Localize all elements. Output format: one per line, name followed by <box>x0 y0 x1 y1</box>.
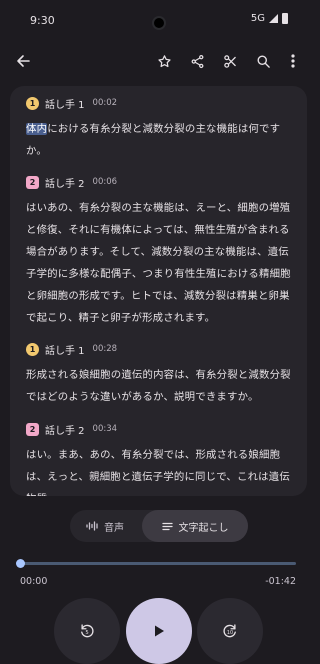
transcript-entry[interactable]: 1 話し手 1 00:02 体内における有糸分裂と減数分裂の主な機能は何ですか。 <box>26 96 296 162</box>
tab-audio[interactable]: 音声 <box>70 510 140 542</box>
speaker-header: 2 話し手 2 00:06 <box>26 175 296 190</box>
remaining-time: -01:42 <box>265 576 296 587</box>
text-lines-icon <box>161 522 173 530</box>
speaker-header: 1 話し手 1 00:28 <box>26 342 296 357</box>
scissors-icon[interactable] <box>219 50 241 72</box>
entry-text: 形成される娘細胞の遺伝的内容は、有糸分裂と減数分裂ではどのような違いがあるか、説… <box>26 369 291 403</box>
speaker-timestamp[interactable]: 00:02 <box>93 98 118 108</box>
tab-transcript-label: 文字起こし <box>178 522 229 534</box>
svg-text:10: 10 <box>227 630 233 636</box>
transcript-entry[interactable]: 2 話し手 2 00:34 はい。まあ、あの、有糸分裂では、形成される娘細胞は、… <box>26 422 296 496</box>
speaker-timestamp[interactable]: 00:06 <box>93 177 118 187</box>
speaker-timestamp[interactable]: 00:34 <box>93 424 118 434</box>
speaker-badge: 2 <box>26 175 39 189</box>
svg-text:5: 5 <box>85 630 88 636</box>
speaker-name: 話し手 1 <box>45 345 85 357</box>
current-time: 00:00 <box>20 576 48 587</box>
speaker-badge: 1 <box>26 342 39 356</box>
rewind-button[interactable]: 5 <box>54 598 120 664</box>
transcript-entry[interactable]: 1 話し手 1 00:28 形成される娘細胞の遺伝的内容は、有糸分裂と減数分裂で… <box>26 342 296 408</box>
speaker-name: 話し手 2 <box>45 425 85 437</box>
entry-text: 体内における有糸分裂と減数分裂の主な機能は何ですか。 <box>26 118 296 162</box>
speaker-timestamp[interactable]: 00:28 <box>93 344 118 354</box>
speaker-name: 話し手 1 <box>45 99 85 111</box>
back-arrow-icon[interactable] <box>12 50 34 72</box>
transcript-panel[interactable]: 1 話し手 1 00:02 体内における有糸分裂と減数分裂の主な機能は何ですか。… <box>10 86 307 496</box>
replay-5-icon: 5 <box>81 624 94 638</box>
transcript-entry[interactable]: 2 話し手 2 00:06 はいあの、有糸分裂の主な機能は、えーと、細胞の増殖と… <box>26 175 296 329</box>
more-vert-icon[interactable] <box>282 50 304 72</box>
speaker-badge: 1 <box>26 96 39 110</box>
network-label: 5G <box>250 13 265 24</box>
forward-button[interactable]: 10 <box>197 598 263 664</box>
entry-text-body: における有糸分裂と減数分裂の主な機能は何ですか。 <box>26 123 281 157</box>
play-icon <box>155 625 164 637</box>
speaker-header: 2 話し手 2 00:34 <box>26 422 296 437</box>
star-icon[interactable] <box>153 50 175 72</box>
speaker-header: 1 話し手 1 00:02 <box>26 96 296 111</box>
entry-text: はいあの、有糸分裂の主な機能は、えーと、細胞の増殖と修復、それに有機体によっては… <box>26 202 291 324</box>
view-tabs: 音声 文字起こし <box>70 510 248 542</box>
seek-bar[interactable] <box>20 562 296 565</box>
waveform-icon <box>86 521 98 531</box>
status-bar: 9:30 5G <box>0 0 318 40</box>
play-button[interactable] <box>126 598 192 664</box>
toolbar <box>0 46 318 76</box>
seek-handle[interactable] <box>16 559 25 568</box>
battery-icon <box>282 13 288 24</box>
status-icons: 5G <box>251 13 288 24</box>
status-time: 9:30 <box>30 14 55 27</box>
front-camera <box>152 16 166 30</box>
share-icon[interactable] <box>186 50 208 72</box>
selected-word[interactable]: 体内 <box>26 123 48 135</box>
search-icon[interactable] <box>252 50 274 72</box>
speaker-badge: 2 <box>26 422 39 436</box>
tab-audio-label: 音声 <box>104 522 124 534</box>
signal-icon <box>269 14 278 23</box>
entry-text: はい。まあ、あの、有糸分裂では、形成される娘細胞は、えっと、親細胞と遺伝子学的に… <box>26 449 290 496</box>
tab-transcript[interactable]: 文字起こし <box>142 510 248 542</box>
speaker-name: 話し手 2 <box>45 178 85 190</box>
forward-10-icon: 10 <box>223 624 236 638</box>
